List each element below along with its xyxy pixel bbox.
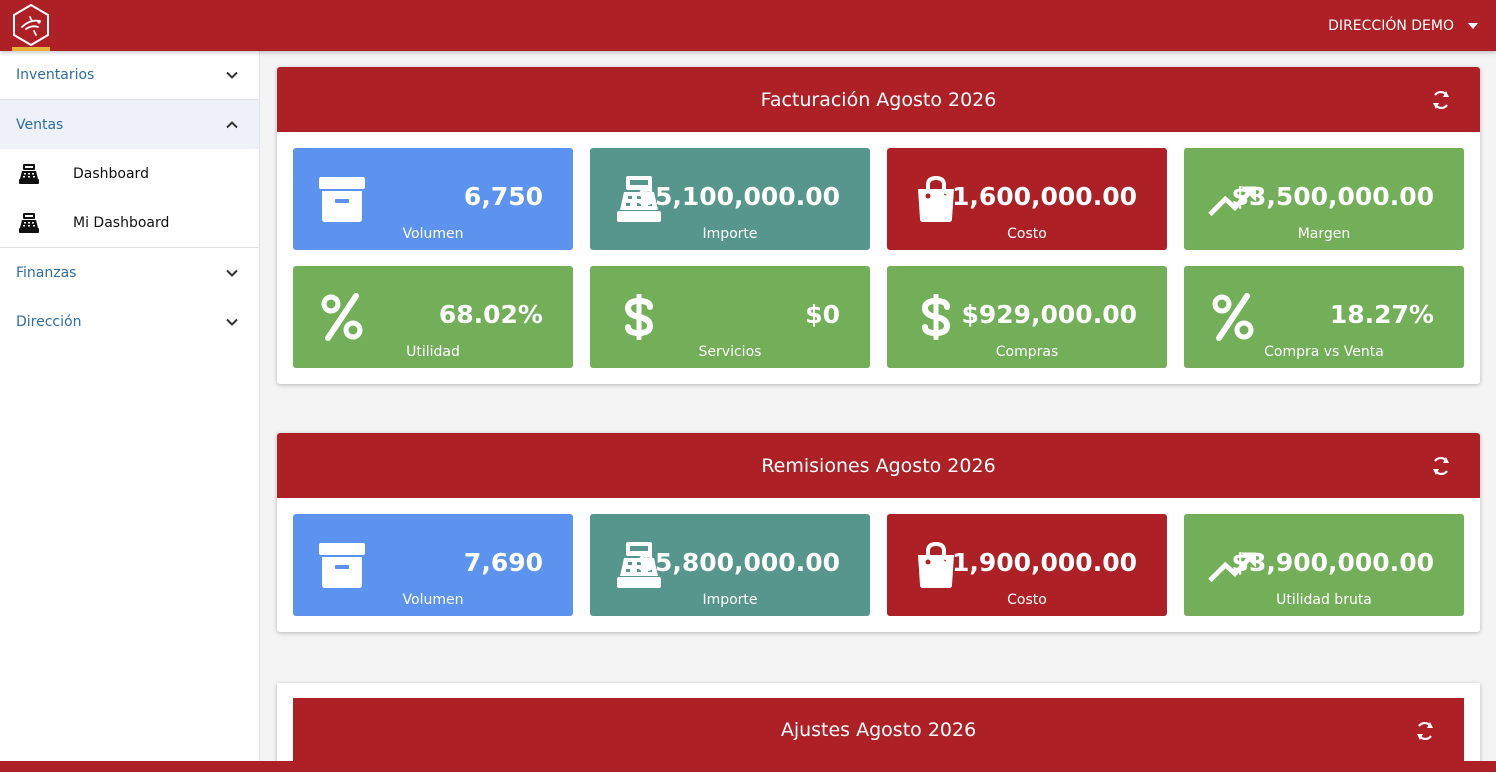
chevron-down-icon [225,266,239,280]
stat-value: 18.27% [1329,300,1434,329]
logo-icon[interactable] [12,3,50,47]
stat-label: Compras [995,344,1059,360]
caret-down-icon [1468,22,1478,29]
cash-register-icon [18,163,40,185]
card-grid: 7,690 Volumen $5,800,000.00 Importe $1,900,0… [277,498,1480,632]
stat-value: $1,600,000.00 [934,182,1137,211]
stat-value: $0 [805,300,840,329]
stat-label: Compra vs Venta [1264,344,1384,360]
stat-label: Volumen [402,592,464,608]
chevron-up-icon [225,118,239,132]
ventas-submenu: Dashboard Mi Dashboard [0,149,259,248]
sidebar-item-mi-dashboard[interactable]: Mi Dashboard [0,198,259,247]
dollar-icon [614,292,664,342]
stat-label: Importe [702,226,758,242]
user-menu-label: DIRECCIÓN DEMO [1328,17,1454,34]
stat-label: Costo [1007,226,1047,242]
stat-label: Volumen [402,226,464,242]
stat-value: $929,000.00 [961,300,1137,329]
percent-icon [317,292,367,342]
sidebar-section-inventarios[interactable]: Inventarios [0,51,259,100]
panel-title: Remisiones Agosto 2026 [761,454,996,477]
user-menu[interactable]: DIRECCIÓN DEMO [1328,0,1478,51]
bottom-bar [0,761,1496,772]
archive-icon [317,540,367,590]
stat-card-costo: $1,600,000.00 Costo [887,148,1167,250]
stat-card-servicios: $0 Servicios [590,266,870,368]
refresh-icon[interactable] [1430,89,1452,111]
stat-value: $5,800,000.00 [637,548,840,577]
stat-label: Servicios [698,344,762,360]
refresh-icon[interactable] [1430,455,1452,477]
stat-value: 7,690 [463,548,543,577]
stat-card-importe: $5,100,000.00 Importe [590,148,870,250]
chevron-down-icon [225,68,239,82]
panel-header: Facturación Agosto 2026 [277,67,1480,132]
stat-card-costo: $1,900,000.00 Costo [887,514,1167,616]
stat-card-compra-vs-venta: 18.27% Compra vs Venta [1184,266,1464,368]
stat-value: $5,100,000.00 [637,182,840,211]
stat-label: Importe [702,592,758,608]
sidebar-section-label: Inventarios [16,67,95,83]
stat-card-margen: $3,500,000.00 Margen [1184,148,1464,250]
stat-card-importe: $5,800,000.00 Importe [590,514,870,616]
stat-card-volumen: 7,690 Volumen [293,514,573,616]
sidebar-item-label: Dashboard [73,165,149,182]
stat-value: 68.02% [438,300,543,329]
percent-icon [1208,292,1258,342]
stat-label: Margen [1297,226,1351,242]
logo-underline [12,47,50,51]
sidebar-section-direccion[interactable]: Dirección [0,297,259,346]
chevron-down-icon [225,315,239,329]
sidebar-section-label: Finanzas [16,264,77,281]
cash-register-icon [18,212,40,234]
sidebar-section-label: Dirección [16,313,82,330]
sidebar-section-finanzas[interactable]: Finanzas [0,248,259,297]
panel-header: Ajustes Agosto 2026 [293,698,1464,762]
stat-label: Utilidad bruta [1276,592,1372,608]
panel-ajustes: Ajustes Agosto 2026 [277,683,1480,772]
sidebar-section-label: Ventas [16,116,64,133]
stat-value: $3,900,000.00 [1231,548,1434,577]
panel-header: Remisiones Agosto 2026 [277,433,1480,498]
sidebar-section-ventas[interactable]: Ventas [0,100,259,149]
stat-value: $3,500,000.00 [1231,182,1434,211]
panel-facturacion: Facturación Agosto 2026 6,750 Volumen $5,1… [277,67,1480,384]
stat-label: Costo [1007,592,1047,608]
stat-label: Utilidad [406,344,460,360]
main-content: Facturación Agosto 2026 6,750 Volumen $5,1… [277,67,1480,681]
card-grid: 6,750 Volumen $5,100,000.00 Importe $1,600,0… [277,132,1480,384]
panel-title: Ajustes Agosto 2026 [780,719,977,741]
sidebar-item-dashboard[interactable]: Dashboard [0,149,259,198]
dollar-icon [911,292,961,342]
stat-value: $1,900,000.00 [934,548,1137,577]
top-bar: DIRECCIÓN DEMO [0,0,1496,51]
refresh-icon[interactable] [1414,720,1436,742]
stat-card-utilidad-bruta: $3,900,000.00 Utilidad bruta [1184,514,1464,616]
stat-card-utilidad: 68.02% Utilidad [293,266,573,368]
archive-icon [317,174,367,224]
sidebar-item-label: Mi Dashboard [73,214,170,231]
panel-title: Facturación Agosto 2026 [760,88,997,111]
sidebar: Inventarios Ventas Dashboard Mi Dashboar… [0,51,260,761]
stat-value: 6,750 [463,182,543,211]
panel-remisiones: Remisiones Agosto 2026 7,690 Volumen $5,80… [277,433,1480,632]
stat-card-volumen: 6,750 Volumen [293,148,573,250]
stat-card-compras: $929,000.00 Compras [887,266,1167,368]
